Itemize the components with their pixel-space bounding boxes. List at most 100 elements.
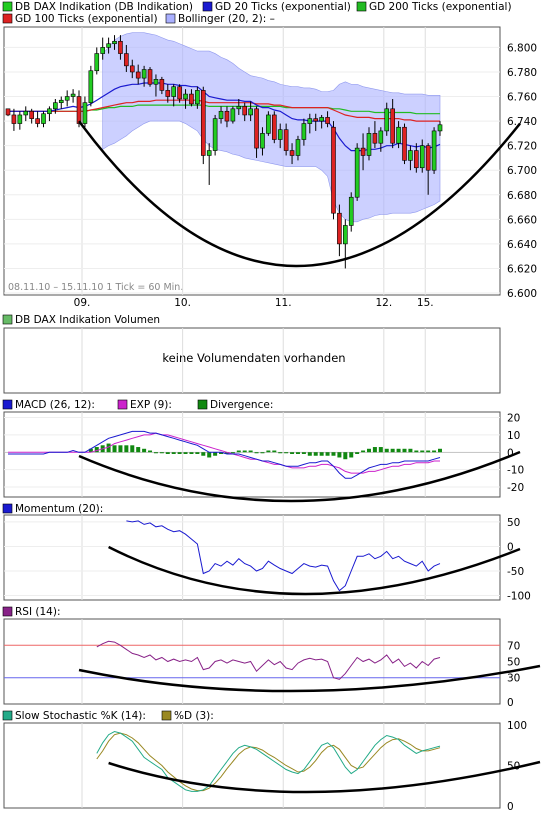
- candle-body: [242, 106, 248, 116]
- candle-body: [313, 118, 319, 122]
- momentum-legend: Momentum (20):: [2, 503, 103, 515]
- candle-body: [189, 93, 194, 105]
- divergence-bar: [390, 448, 395, 453]
- candle-body: [224, 110, 230, 122]
- volume-empty-message: keine Volumendaten vorhanden: [162, 351, 345, 365]
- candle-body: [384, 108, 390, 132]
- candle-body: [360, 147, 366, 156]
- candle-body: [147, 69, 153, 85]
- candle-body: [266, 114, 271, 134]
- divergence-bar: [438, 448, 442, 453]
- candle-body: [372, 133, 378, 144]
- divergence-bar: [153, 452, 158, 454]
- y-tick-label: -100: [507, 591, 531, 603]
- candle-body: [283, 129, 289, 151]
- divergence-bar: [171, 452, 176, 454]
- candle-body: [100, 47, 105, 54]
- candle-body: [5, 108, 11, 116]
- divergence-bar: [366, 448, 371, 453]
- legend-label-volume: DB DAX Indikation Volumen: [15, 314, 160, 326]
- y-tick-label: 6.680: [507, 190, 537, 202]
- y-tick-label: 6.600: [507, 288, 537, 300]
- y-tick-label: 50: [507, 517, 520, 529]
- x-tick-label: 09.: [74, 297, 91, 309]
- legend-label-bollinger: Bollinger (20, 2): –: [178, 13, 275, 25]
- divergence-bar: [118, 445, 123, 453]
- stochastic-legend: Slow Stochastic %K (14): %D (3):: [2, 710, 214, 722]
- legend-label-divergence: Divergence:: [210, 399, 273, 411]
- divergence-bar: [301, 452, 306, 454]
- legend-swatch-exp: [117, 399, 128, 410]
- candle-body: [343, 225, 348, 245]
- x-tick-label: 11.: [275, 297, 292, 309]
- legend-label-price: DB DAX Indikation (DB Indikation): [15, 1, 193, 13]
- volume-legend: DB DAX Indikation Volumen: [2, 314, 160, 326]
- candle-body: [76, 96, 82, 124]
- legend-swatch-stoch-k: [2, 710, 13, 721]
- candle-body: [425, 145, 431, 171]
- candle-body: [153, 79, 159, 85]
- divergence-bar: [319, 452, 324, 456]
- divergence-bar: [201, 452, 206, 456]
- divergence-bar: [254, 452, 259, 454]
- legend-label-gd200: GD 200 Ticks (exponential): [369, 1, 512, 13]
- divergence-bar: [130, 445, 135, 453]
- candle-body: [177, 86, 182, 100]
- candle-body: [289, 150, 295, 156]
- x-tick-label: 10.: [174, 297, 191, 309]
- divergence-bar: [165, 452, 170, 454]
- candle-body: [171, 86, 176, 97]
- candle-body: [159, 79, 165, 91]
- candle-body: [58, 99, 64, 103]
- candle-body: [206, 150, 212, 156]
- legend-swatch-gd100: [2, 13, 13, 24]
- y-tick-label: 6.780: [507, 67, 537, 79]
- divergence-bar: [420, 450, 425, 453]
- divergence-bar: [260, 452, 265, 454]
- candle-body: [331, 126, 336, 214]
- candle-body: [53, 102, 58, 110]
- candle-body: [431, 130, 437, 171]
- y-tick-label: 20: [507, 412, 520, 424]
- legend-swatch-bollinger: [165, 13, 176, 24]
- divergence-bar: [242, 450, 247, 453]
- y-tick-label: 6.620: [507, 263, 537, 275]
- divergence-bar: [124, 445, 129, 453]
- divergence-bar: [372, 447, 377, 453]
- y-tick-label: 6.700: [507, 165, 537, 177]
- y-tick-label: 30: [507, 673, 520, 685]
- divergence-bar: [396, 448, 401, 453]
- legend-swatch-momentum: [2, 503, 13, 514]
- legend-swatch-rsi: [2, 606, 13, 617]
- legend-swatch-macd: [2, 399, 13, 410]
- candle-body: [35, 118, 40, 124]
- candle-body: [11, 114, 17, 124]
- divergence-bar: [378, 447, 383, 453]
- y-tick-label: 6.720: [507, 141, 537, 153]
- candle-body: [112, 40, 117, 45]
- candle-body: [272, 114, 277, 140]
- divergence-bar: [414, 450, 419, 453]
- candle-body: [165, 90, 171, 97]
- candle-body: [135, 71, 141, 79]
- y-tick-label: 0: [507, 697, 514, 709]
- divergence-bar: [136, 447, 141, 453]
- y-tick-label: -10: [507, 465, 524, 477]
- divergence-bar: [284, 452, 289, 454]
- divergence-bar: [207, 452, 212, 458]
- divergence-bar: [355, 452, 360, 454]
- divergence-bar: [142, 448, 147, 453]
- candle-body: [88, 70, 94, 103]
- legend-label-exp: EXP (9):: [130, 399, 172, 411]
- candle-body: [230, 108, 236, 122]
- candle-body: [396, 126, 401, 144]
- candle-body: [337, 212, 342, 245]
- divergence-bar: [408, 448, 413, 453]
- divergence-bar: [272, 450, 277, 453]
- y-tick-label: 6.740: [507, 116, 537, 128]
- candle-body: [408, 150, 413, 161]
- divergence-bar: [248, 450, 253, 453]
- candle-body: [319, 117, 324, 122]
- divergence-bar: [432, 450, 437, 453]
- candle-body: [354, 147, 360, 198]
